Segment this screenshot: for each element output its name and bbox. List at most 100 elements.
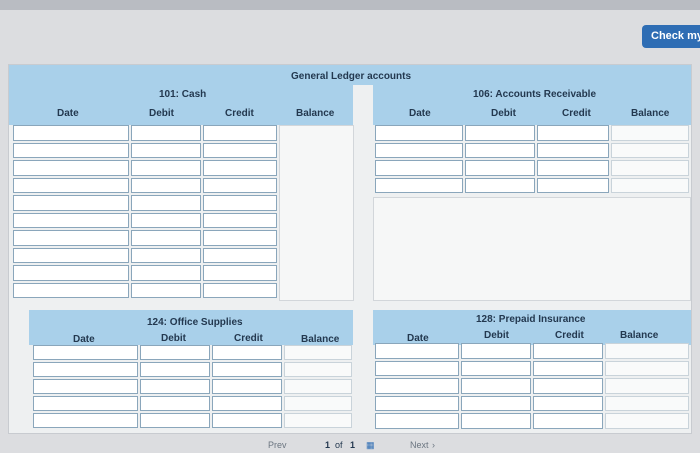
receivable-credit-cell[interactable] [537, 177, 609, 193]
insurance-debit-cell[interactable] [461, 395, 531, 411]
supplies-debit-cell[interactable] [140, 413, 210, 428]
supplies-date-cell[interactable] [33, 379, 138, 394]
cash-date-cell[interactable] [13, 160, 129, 176]
insurance-balance-cell[interactable] [605, 378, 689, 394]
cash-credit-cell[interactable] [203, 265, 277, 281]
grid-view-icon[interactable]: ▦ [366, 440, 375, 451]
supplies-debit-cell[interactable] [140, 379, 210, 394]
receivable-debit-cell[interactable] [465, 160, 535, 176]
cash-date-cell[interactable] [13, 212, 129, 228]
receivable-date-header: Date [409, 108, 431, 119]
insurance-credit-cell[interactable] [533, 360, 603, 376]
supplies-date-cell[interactable] [33, 396, 138, 411]
cash-debit-cell[interactable] [131, 265, 201, 281]
supplies-credit-cell[interactable] [212, 362, 282, 377]
supplies-date-cell[interactable] [33, 345, 138, 360]
supplies-balance-cell[interactable] [284, 413, 352, 428]
ledger-header-top: General Ledger accounts 101: Cash Date D… [9, 65, 691, 125]
insurance-debit-cell[interactable] [461, 378, 531, 394]
receivable-debit-header: Debit [491, 108, 516, 119]
cash-credit-cell[interactable] [203, 212, 277, 228]
supplies-debit-cell[interactable] [140, 345, 210, 360]
insurance-balance-cell[interactable] [605, 395, 689, 411]
supplies-debit-cell[interactable] [140, 396, 210, 411]
cash-debit-cell[interactable] [131, 247, 201, 263]
cash-date-cell[interactable] [13, 195, 129, 211]
cash-date-header: Date [57, 108, 79, 119]
cash-date-cell[interactable] [13, 177, 129, 193]
cash-debit-cell[interactable] [131, 212, 201, 228]
cash-credit-cell[interactable] [203, 142, 277, 158]
cash-credit-cell[interactable] [203, 282, 277, 298]
page-total: 1 [350, 440, 356, 450]
insurance-credit-cell[interactable] [533, 413, 603, 429]
supplies-credit-cell[interactable] [212, 396, 282, 411]
header-divider-top [353, 85, 373, 125]
supplies-debit-cell[interactable] [140, 362, 210, 377]
receivable-debit-cell[interactable] [465, 142, 535, 158]
next-button[interactable]: Next [410, 440, 429, 450]
supplies-credit-cell[interactable] [212, 379, 282, 394]
receivable-debit-cell[interactable] [465, 125, 535, 141]
supplies-date-cell[interactable] [33, 362, 138, 377]
insurance-debit-cell[interactable] [461, 343, 531, 359]
cash-date-cell[interactable] [13, 125, 129, 141]
insurance-credit-cell[interactable] [533, 395, 603, 411]
insurance-balance-cell[interactable] [605, 413, 689, 429]
receivable-debit-cell[interactable] [465, 177, 535, 193]
cash-credit-cell[interactable] [203, 177, 277, 193]
receivable-credit-cell[interactable] [537, 142, 609, 158]
supplies-balance-cell[interactable] [284, 362, 352, 377]
receivable-balance-cell[interactable] [611, 125, 689, 141]
supplies-balance-cell[interactable] [284, 396, 352, 411]
insurance-balance-cell[interactable] [605, 360, 689, 376]
insurance-credit-cell[interactable] [533, 378, 603, 394]
supplies-date-cell[interactable] [33, 413, 138, 428]
cash-debit-cell[interactable] [131, 282, 201, 298]
insurance-date-cell[interactable] [375, 413, 459, 429]
cash-credit-cell[interactable] [203, 247, 277, 263]
supplies-balance-cell[interactable] [284, 345, 352, 360]
receivable-date-cell[interactable] [375, 160, 463, 176]
cash-credit-cell[interactable] [203, 195, 277, 211]
insurance-date-cell[interactable] [375, 343, 459, 359]
insurance-date-cell[interactable] [375, 378, 459, 394]
receivable-balance-cell[interactable] [611, 177, 689, 193]
cash-date-cell[interactable] [13, 142, 129, 158]
supplies-balance-header: Balance [301, 334, 340, 345]
cash-date-cell[interactable] [13, 247, 129, 263]
cash-debit-cell[interactable] [131, 160, 201, 176]
receivable-balance-cell[interactable] [611, 160, 689, 176]
cash-credit-cell[interactable] [203, 125, 277, 141]
receivable-credit-cell[interactable] [537, 160, 609, 176]
supplies-account-title: 124: Office Supplies [147, 317, 243, 328]
cash-debit-cell[interactable] [131, 177, 201, 193]
insurance-date-cell[interactable] [375, 360, 459, 376]
cash-date-cell[interactable] [13, 230, 129, 246]
cash-credit-cell[interactable] [203, 160, 277, 176]
supplies-credit-cell[interactable] [212, 345, 282, 360]
insurance-debit-cell[interactable] [461, 360, 531, 376]
receivable-balance-cell[interactable] [611, 142, 689, 158]
cash-debit-cell[interactable] [131, 195, 201, 211]
supplies-credit-header: Credit [234, 333, 263, 344]
cash-debit-cell[interactable] [131, 142, 201, 158]
cash-date-cell[interactable] [13, 265, 129, 281]
receivable-credit-cell[interactable] [537, 125, 609, 141]
insurance-debit-cell[interactable] [461, 413, 531, 429]
prev-button[interactable]: Prev [268, 440, 287, 450]
receivable-date-cell[interactable] [375, 177, 463, 193]
insurance-balance-cell[interactable] [605, 343, 689, 359]
cash-debit-cell[interactable] [131, 125, 201, 141]
receivable-date-cell[interactable] [375, 142, 463, 158]
cash-debit-cell[interactable] [131, 230, 201, 246]
receivable-account-title: 106: Accounts Receivable [473, 89, 597, 100]
supplies-credit-cell[interactable] [212, 413, 282, 428]
insurance-date-cell[interactable] [375, 395, 459, 411]
receivable-date-cell[interactable] [375, 125, 463, 141]
supplies-balance-cell[interactable] [284, 379, 352, 394]
cash-date-cell[interactable] [13, 282, 129, 298]
cash-credit-cell[interactable] [203, 230, 277, 246]
insurance-credit-cell[interactable] [533, 343, 603, 359]
check-my-work-button[interactable]: Check my [642, 25, 700, 48]
